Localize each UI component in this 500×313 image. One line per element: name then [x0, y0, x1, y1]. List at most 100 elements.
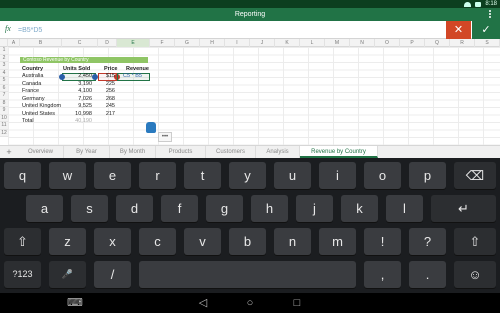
key-h[interactable]: h: [251, 195, 288, 222]
key-s[interactable]: s: [71, 195, 108, 222]
cell-country[interactable]: Germany: [22, 96, 45, 104]
row-header[interactable]: 7: [0, 92, 8, 100]
cancel-formula-button[interactable]: ✕: [446, 21, 471, 39]
column-header[interactable]: B: [20, 39, 62, 47]
cell-country[interactable]: France: [22, 88, 39, 96]
shift-key-right-icon[interactable]: ⇧: [454, 228, 496, 255]
column-header[interactable]: E: [117, 39, 150, 47]
column-header[interactable]: N: [350, 39, 375, 47]
more-options-button[interactable]: •••: [158, 132, 172, 142]
cell-price[interactable]: 217: [98, 111, 115, 119]
key-v[interactable]: v: [184, 228, 221, 255]
row-header[interactable]: 12: [0, 129, 8, 137]
key-y[interactable]: y: [229, 162, 266, 189]
row-header[interactable]: 10: [0, 114, 8, 122]
home-icon[interactable]: ○: [237, 296, 263, 310]
row-header[interactable]: 11: [0, 122, 8, 130]
cell-units[interactable]: 3,190: [62, 81, 92, 89]
key-t[interactable]: t: [184, 162, 221, 189]
key-period[interactable]: .: [409, 261, 446, 288]
key-question[interactable]: ?: [409, 228, 446, 255]
cell-units[interactable]: 4,100: [62, 88, 92, 96]
autofill-handle-icon[interactable]: [146, 122, 156, 133]
hide-keyboard-icon[interactable]: ⌨: [62, 296, 88, 310]
column-header[interactable]: K: [275, 39, 300, 47]
cell-country[interactable]: United States: [22, 111, 55, 119]
column-header[interactable]: L: [300, 39, 325, 47]
column-header[interactable]: O: [375, 39, 400, 47]
cell-total-label[interactable]: Total: [22, 118, 34, 126]
symbols-key[interactable]: ?123: [4, 261, 41, 288]
key-k[interactable]: k: [341, 195, 378, 222]
row-header[interactable]: 8: [0, 99, 8, 107]
select-all-corner[interactable]: [0, 39, 8, 47]
overflow-menu-icon[interactable]: [489, 10, 492, 19]
key-comma[interactable]: ,: [364, 261, 401, 288]
key-j[interactable]: j: [296, 195, 333, 222]
key-x[interactable]: x: [94, 228, 131, 255]
cell-revenue[interactable]: C5 * B5: [123, 73, 142, 81]
key-i[interactable]: i: [319, 162, 356, 189]
column-header[interactable]: I: [225, 39, 250, 47]
cell-units[interactable]: 2,450: [62, 73, 92, 81]
cell-price[interactable]: 225: [98, 81, 115, 89]
key-slash[interactable]: /: [94, 261, 131, 288]
key-q[interactable]: q: [4, 162, 41, 189]
key-m[interactable]: m: [319, 228, 356, 255]
space-key[interactable]: [139, 261, 356, 288]
key-z[interactable]: z: [49, 228, 86, 255]
column-header[interactable]: D: [98, 39, 117, 47]
cell-price[interactable]: 256: [98, 88, 115, 96]
column-header[interactable]: H: [200, 39, 225, 47]
tab-products[interactable]: Products: [156, 146, 206, 158]
add-sheet-button[interactable]: +: [4, 147, 14, 158]
key-c[interactable]: c: [139, 228, 176, 255]
tab-by-month[interactable]: By Month: [110, 146, 156, 158]
key-d[interactable]: d: [116, 195, 153, 222]
column-header[interactable]: J: [250, 39, 275, 47]
cell-country[interactable]: United Kingdom: [22, 103, 61, 111]
column-header[interactable]: R: [450, 39, 475, 47]
key-g[interactable]: g: [206, 195, 243, 222]
row-header[interactable]: 9: [0, 107, 8, 115]
tab-overview[interactable]: Overview: [18, 146, 64, 158]
cell-country[interactable]: Canada: [22, 81, 41, 89]
row-header[interactable]: 4: [0, 69, 8, 77]
row-header[interactable]: 1: [0, 47, 8, 55]
row-header[interactable]: 6: [0, 84, 8, 92]
column-header[interactable]: P: [400, 39, 425, 47]
cell-price[interactable]: 245: [98, 103, 115, 111]
cell-total-units[interactable]: 40,190: [62, 118, 92, 126]
key-w[interactable]: w: [49, 162, 86, 189]
shift-key-icon[interactable]: ⇧: [4, 228, 41, 255]
confirm-formula-button[interactable]: ✓: [472, 21, 500, 39]
column-header[interactable]: S: [475, 39, 500, 47]
microphone-icon[interactable]: 🎤: [49, 261, 86, 288]
key-b[interactable]: b: [229, 228, 266, 255]
key-a[interactable]: a: [26, 195, 63, 222]
key-u[interactable]: u: [274, 162, 311, 189]
tab-customers[interactable]: Customers: [206, 146, 256, 158]
backspace-key-icon[interactable]: ⌫: [454, 162, 496, 189]
column-header[interactable]: Q: [425, 39, 450, 47]
formula-input[interactable]: [18, 23, 438, 37]
sheet-title-cell[interactable]: Contoso Revenue by Country: [20, 57, 148, 63]
cell-units[interactable]: 7,026: [62, 96, 92, 104]
column-header[interactable]: A: [8, 39, 20, 47]
cell-country[interactable]: Australia: [22, 73, 43, 81]
spreadsheet-grid[interactable]: A B C D E F G H I J K L M N O P Q R S 1 …: [0, 39, 500, 145]
key-r[interactable]: r: [139, 162, 176, 189]
tab-by-year[interactable]: By Year: [64, 146, 110, 158]
key-o[interactable]: o: [364, 162, 401, 189]
cell-price[interactable]: $15: [98, 73, 115, 81]
enter-key-icon[interactable]: ↵: [431, 195, 496, 222]
key-f[interactable]: f: [161, 195, 198, 222]
key-p[interactable]: p: [409, 162, 446, 189]
row-header[interactable]: 2: [0, 54, 8, 62]
column-header[interactable]: G: [175, 39, 200, 47]
column-header[interactable]: F: [150, 39, 175, 47]
row-header[interactable]: 3: [0, 62, 8, 70]
cell-units[interactable]: 9,525: [62, 103, 92, 111]
cell-price[interactable]: 268: [98, 96, 115, 104]
key-e[interactable]: e: [94, 162, 131, 189]
